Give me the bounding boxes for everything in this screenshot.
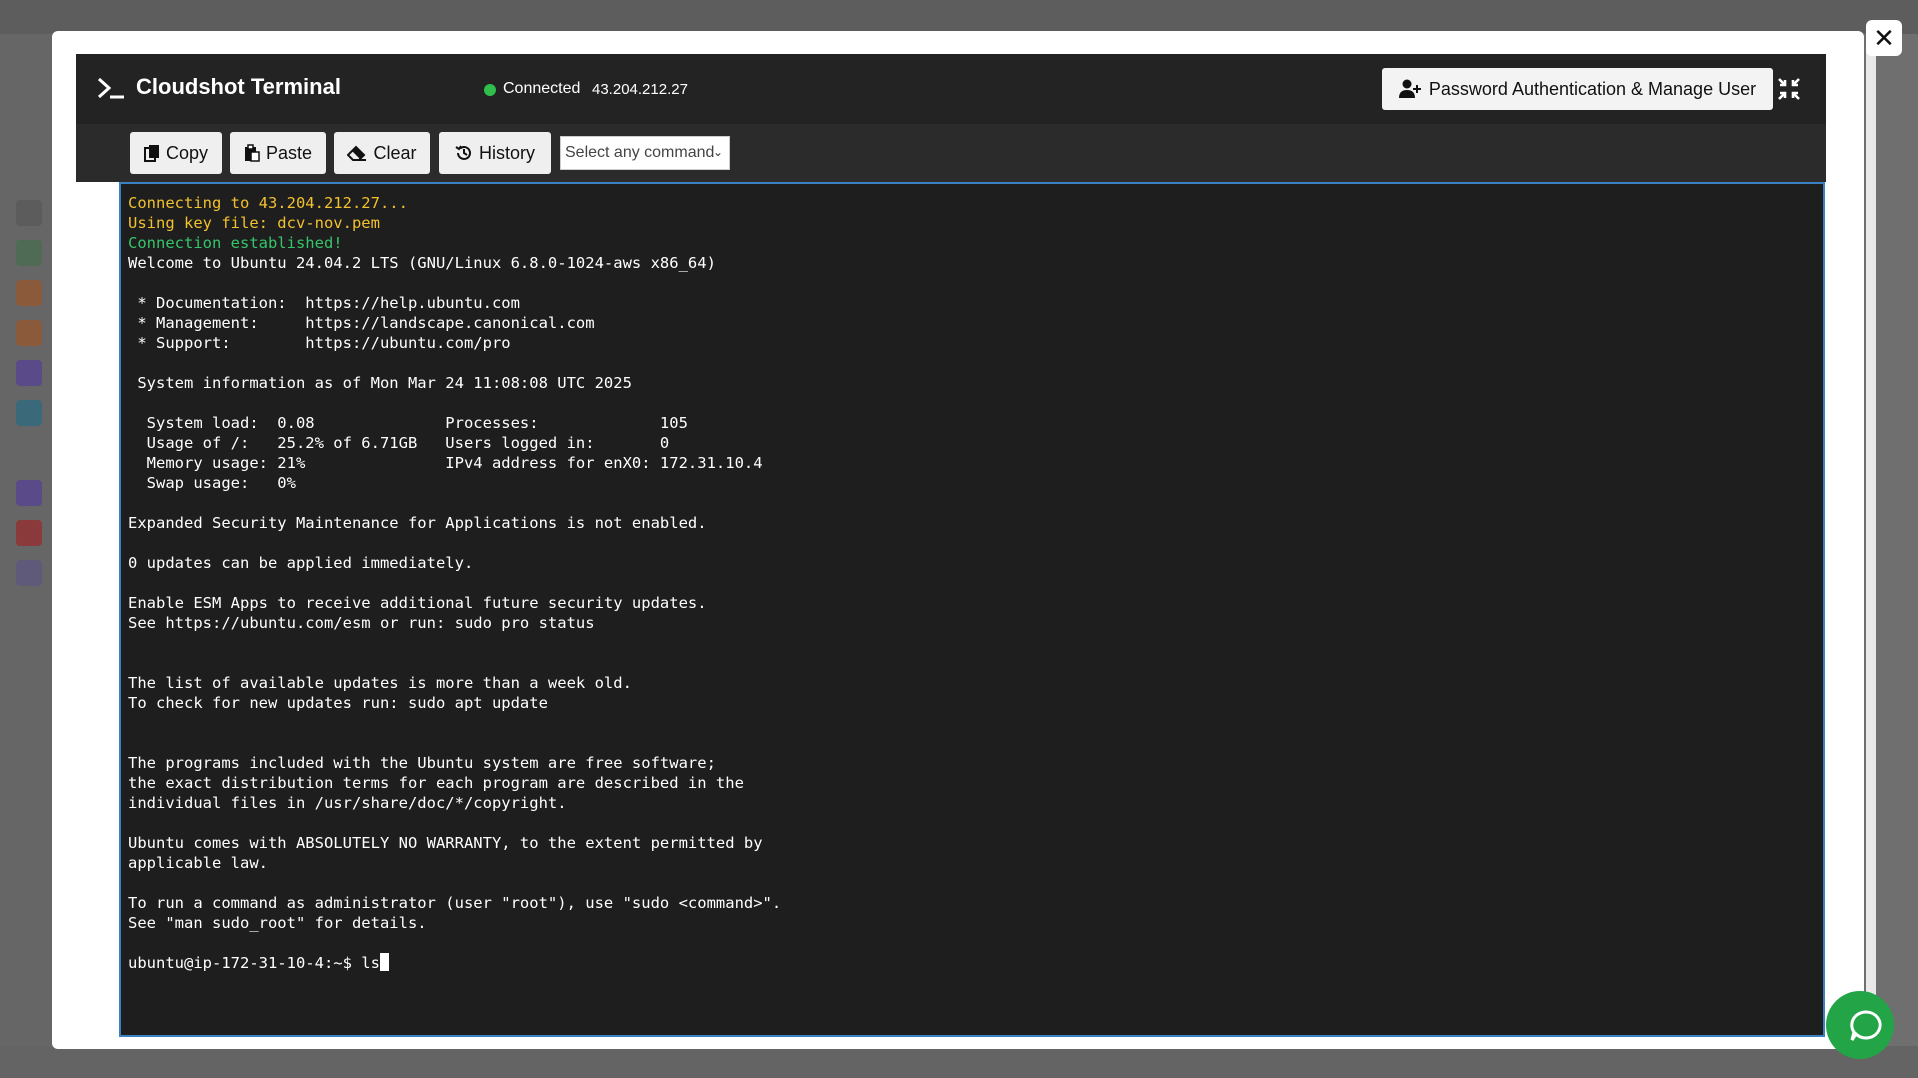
terminal-line: * Documentation: https://help.ubuntu.com xyxy=(128,294,520,312)
close-icon: ✕ xyxy=(1873,24,1895,54)
background-sidebar xyxy=(0,34,52,1078)
terminal-icon xyxy=(97,77,124,99)
compress-icon[interactable] xyxy=(1778,78,1800,100)
terminal-line: * Management: https://landscape.canonica… xyxy=(128,314,595,332)
terminal-prompt: ubuntu@ip-172-31-10-4:~$ xyxy=(128,954,362,972)
terminal-line: Usage of /: 25.2% of 6.71GB Users logged… xyxy=(128,434,670,452)
background-bottombar xyxy=(0,1046,1918,1078)
history-icon xyxy=(455,145,471,160)
terminal-line: System information as of Mon Mar 24 11:0… xyxy=(128,374,632,392)
paste-button[interactable]: Paste xyxy=(230,132,326,174)
page-scrollbar[interactable] xyxy=(1866,34,1876,1044)
terminal-header: Cloudshot Terminal Connected 43.204.212.… xyxy=(76,54,1826,124)
chat-icon xyxy=(1850,1010,1882,1041)
background-menubar xyxy=(0,0,1918,34)
history-button[interactable]: History xyxy=(439,132,551,174)
terminal-line: Connection established! xyxy=(128,234,343,252)
terminal-line: Connecting to 43.204.212.27... xyxy=(128,194,408,212)
history-label: History xyxy=(478,142,535,163)
terminal-line: 0 updates can be applied immediately. xyxy=(128,554,474,572)
copy-button[interactable]: Copy xyxy=(130,132,222,174)
connection-ip: 43.204.212.27 xyxy=(592,81,688,98)
terminal-prompt-line[interactable]: ubuntu@ip-172-31-10-4:~$ ls xyxy=(128,953,1816,973)
paste-icon xyxy=(244,144,260,162)
connection-status-dot xyxy=(484,84,496,96)
terminal-input[interactable]: ls xyxy=(361,954,380,972)
terminal-line: the exact distribution terms for each pr… xyxy=(128,774,744,792)
command-select[interactable]: Select any command ⌄ xyxy=(560,136,730,170)
terminal-line: Swap usage: 0% xyxy=(128,474,296,492)
terminal-line: Memory usage: 21% IPv4 address for enX0:… xyxy=(128,454,763,472)
terminal-line: Expanded Security Maintenance for Applic… xyxy=(128,514,707,532)
terminal-line: The programs included with the Ubuntu sy… xyxy=(128,754,716,772)
terminal-line: System load: 0.08 Processes: 105 xyxy=(128,414,688,432)
close-modal-button[interactable]: ✕ xyxy=(1866,20,1902,56)
password-auth-manage-user-button[interactable]: Password Authentication & Manage User xyxy=(1382,68,1773,110)
terminal-line: Ubuntu comes with ABSOLUTELY NO WARRANTY… xyxy=(128,834,763,852)
terminal-cursor xyxy=(379,953,389,971)
chevron-down-icon: ⌄ xyxy=(712,145,723,159)
terminal-line: Using key file: dcv-nov.pem xyxy=(128,214,380,232)
clear-label: Clear xyxy=(373,142,417,163)
copy-icon xyxy=(143,145,159,162)
user-plus-icon xyxy=(1398,79,1421,98)
terminal-line: See https://ubuntu.com/esm or run: sudo … xyxy=(128,614,595,632)
chat-button[interactable] xyxy=(1826,991,1894,1059)
terminal-line: applicable law. xyxy=(128,854,268,872)
terminal-line: To run a command as administrator (user … xyxy=(128,894,782,912)
eraser-icon xyxy=(347,145,367,161)
terminal-line: * Support: https://ubuntu.com/pro xyxy=(128,334,511,352)
command-select-value: Select any command xyxy=(565,144,715,161)
terminal-output[interactable]: Connecting to 43.204.212.27... Using key … xyxy=(119,182,1825,1037)
terminal-line: See "man sudo_root" for details. xyxy=(128,914,427,932)
terminal-toolbar: Copy Paste Clear History Select any comm… xyxy=(76,124,1826,182)
terminal-line: Enable ESM Apps to receive additional fu… xyxy=(128,594,707,612)
clear-button[interactable]: Clear xyxy=(334,132,430,174)
connection-status: Connected xyxy=(503,80,581,97)
terminal-line: Welcome to Ubuntu 24.04.2 LTS (GNU/Linux… xyxy=(128,254,716,272)
terminal-title: Cloudshot Terminal xyxy=(136,74,341,99)
terminal-line: The list of available updates is more th… xyxy=(128,674,632,692)
terminal-line: individual files in /usr/share/doc/*/cop… xyxy=(128,794,567,812)
paste-label: Paste xyxy=(265,142,313,163)
copy-label: Copy xyxy=(165,142,209,163)
auth-button-label: Password Authentication & Manage User xyxy=(1428,78,1757,99)
terminal-line: To check for new updates run: sudo apt u… xyxy=(128,694,548,712)
